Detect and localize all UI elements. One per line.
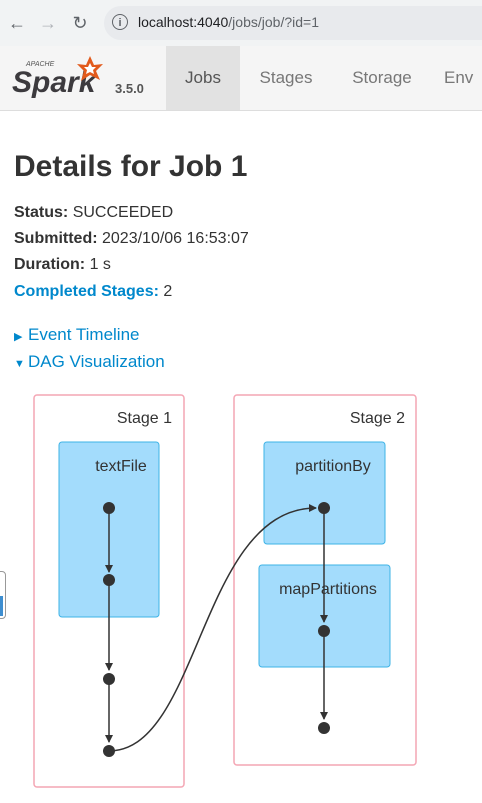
submitted-row: Submitted: 2023/10/06 16:53:07 <box>14 230 249 248</box>
expanded-arrow-icon: ▼ <box>14 358 25 370</box>
status-label: Status: <box>14 204 69 221</box>
dag-node[interactable] <box>103 502 115 514</box>
dag-node[interactable] <box>103 673 115 685</box>
side-scroll-handle[interactable] <box>0 571 6 619</box>
completed-stages-link[interactable]: Completed Stages: <box>14 283 159 300</box>
status-row: Status: SUCCEEDED <box>14 204 173 222</box>
page-title: Details for Job 1 <box>14 150 248 183</box>
back-arrow-icon[interactable]: ← <box>6 12 28 34</box>
spark-logo[interactable]: APACHE Spark <box>12 54 112 100</box>
reload-icon[interactable]: ↻ <box>69 12 91 34</box>
stage-2-label: Stage 2 <box>350 410 405 427</box>
submitted-value: 2023/10/06 16:53:07 <box>102 230 249 247</box>
dag-node[interactable] <box>318 502 330 514</box>
address-bar[interactable]: i localhost:4040/jobs/job/?id=1 <box>104 6 482 40</box>
status-value: SUCCEEDED <box>72 204 174 221</box>
dag-visualization-label: DAG Visualization <box>28 352 165 371</box>
collapsed-arrow-icon: ▶ <box>14 331 23 343</box>
url-text[interactable]: localhost:4040/jobs/job/?id=1 <box>138 14 319 30</box>
dag-node[interactable] <box>103 574 115 586</box>
dag-node[interactable] <box>318 722 330 734</box>
browser-toolbar: ← → ↻ i localhost:4040/jobs/job/?id=1 <box>0 0 482 47</box>
duration-row: Duration: 1 s <box>14 256 111 274</box>
spark-version: 3.5.0 <box>115 81 144 96</box>
dag-node[interactable] <box>103 745 115 757</box>
completed-stages-row[interactable]: Completed Stages: 2 <box>14 283 172 301</box>
url-path: /jobs/job/?id=1 <box>228 14 319 30</box>
dag-visualization: Stage 1 textFile Stage 2 partitionBy map… <box>33 394 417 788</box>
submitted-label: Submitted: <box>14 230 98 247</box>
tab-stages[interactable]: Stages <box>248 46 324 110</box>
tab-jobs[interactable]: Jobs <box>166 46 240 110</box>
op-textfile-label: textFile <box>95 458 147 475</box>
site-info-icon[interactable]: i <box>112 14 128 30</box>
duration-value: 1 s <box>89 256 111 273</box>
tab-storage[interactable]: Storage <box>340 46 424 110</box>
url-host: localhost:4040 <box>138 14 229 30</box>
op-partitionby-label: partitionBy <box>295 458 371 475</box>
event-timeline-label: Event Timeline <box>28 325 140 344</box>
tab-environment[interactable]: Env <box>444 46 482 110</box>
dag-node[interactable] <box>318 625 330 637</box>
event-timeline-toggle[interactable]: ▶ Event Timeline <box>14 325 140 345</box>
side-handle-fill <box>0 596 3 616</box>
duration-label: Duration: <box>14 256 86 273</box>
forward-arrow-icon[interactable]: → <box>37 12 59 34</box>
completed-stages-value: 2 <box>163 283 173 300</box>
stage-1-label: Stage 1 <box>117 410 172 427</box>
op-mappartitions-label: mapPartitions <box>279 581 377 598</box>
dag-visualization-toggle[interactable]: ▼ DAG Visualization <box>14 352 165 372</box>
